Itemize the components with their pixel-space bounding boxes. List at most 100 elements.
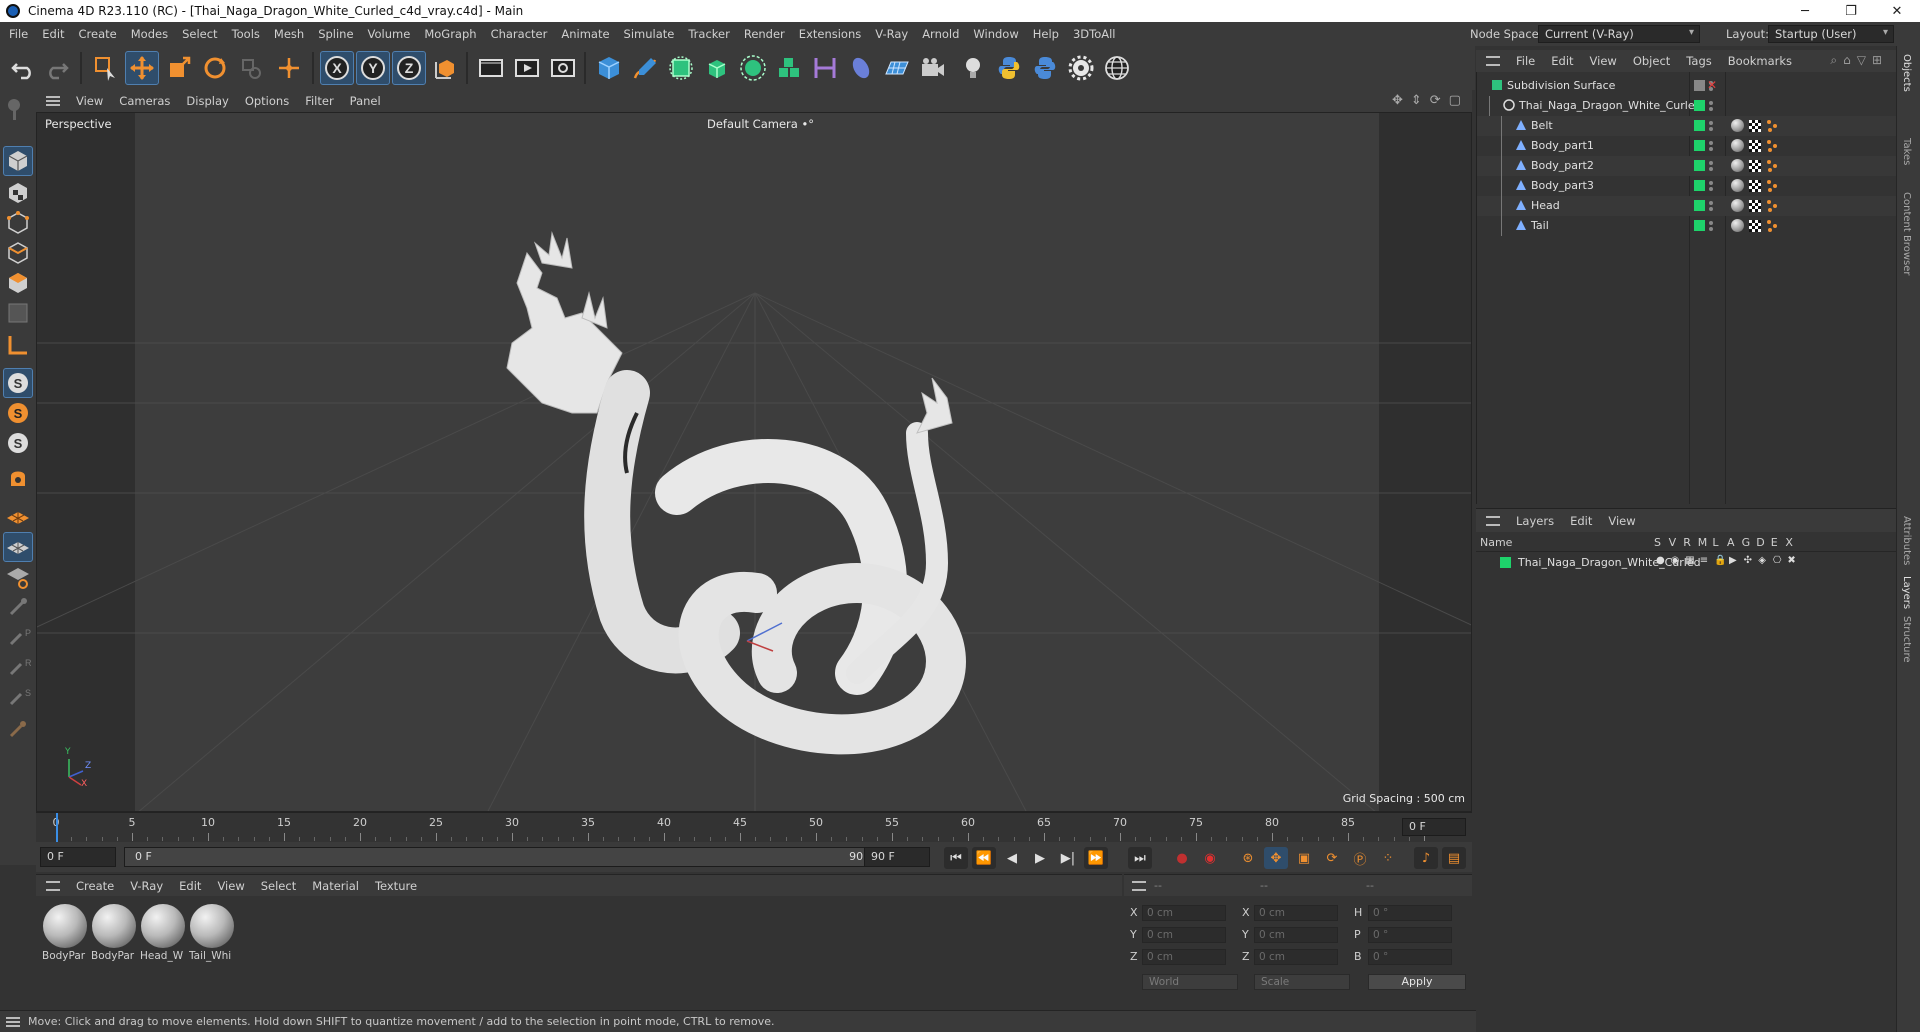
close-button[interactable]: ✕ [1874, 0, 1920, 22]
layer-column-s[interactable]: S [1654, 536, 1661, 549]
workplane-icon[interactable] [3, 502, 33, 532]
layer-lock-icon[interactable]: 🔒 [1714, 555, 1726, 566]
size-z-field[interactable]: 0 cm [1254, 949, 1338, 965]
right-tab-content-browser[interactable]: Content Browser [1901, 192, 1912, 275]
snap-settings-icon[interactable]: S [3, 398, 33, 428]
live-selection-icon[interactable] [88, 51, 122, 85]
texture-tag-icon[interactable] [1749, 160, 1761, 172]
coord-mode-dropdown[interactable]: Scale [1254, 974, 1350, 990]
object-menu-tags[interactable]: Tags [1678, 54, 1719, 68]
cube-object-icon[interactable] [592, 51, 626, 85]
object-manager-search-icons[interactable]: ⌕⌂▽⊞ [1830, 53, 1888, 68]
material-swatch[interactable]: Tail_Whi [189, 902, 235, 964]
y-axis-lock-icon[interactable]: Y [356, 51, 390, 85]
menu-select[interactable]: Select [175, 27, 224, 41]
selection-tag-icon[interactable] [1767, 140, 1779, 152]
material-menu-texture[interactable]: Texture [367, 879, 425, 893]
menu-spline[interactable]: Spline [311, 27, 360, 41]
undo-icon[interactable] [6, 51, 40, 85]
layer-column-name[interactable]: Name [1480, 536, 1512, 549]
object-menu-file[interactable]: File [1508, 54, 1543, 68]
render-settings-icon[interactable] [546, 51, 580, 85]
recent-tool-icon[interactable] [234, 51, 268, 85]
timeline-ruler[interactable]: 051015202530354045505560657075808590 0 F [36, 812, 1472, 843]
right-tab-takes[interactable]: Takes [1901, 138, 1912, 165]
visibility-indicator[interactable] [1694, 100, 1705, 111]
render-visibility-dots[interactable] [1709, 161, 1713, 171]
vray-material-tag-icon[interactable] [1731, 179, 1744, 192]
menu-animate[interactable]: Animate [554, 27, 616, 41]
layer-column-v[interactable]: V [1669, 536, 1677, 549]
menu-v-ray[interactable]: V-Ray [868, 27, 915, 41]
vray-material-tag-icon[interactable] [1731, 219, 1744, 232]
material-menu-edit[interactable]: Edit [171, 879, 209, 893]
object-menu-bookmarks[interactable]: Bookmarks [1720, 54, 1800, 68]
go-to-start-icon[interactable]: ⏮ [944, 847, 968, 869]
camera-icon[interactable] [916, 51, 950, 85]
layer-column-m[interactable]: M [1698, 536, 1708, 549]
min-frame-field[interactable]: 0 F [40, 847, 116, 867]
mograph-cloner-cubes-icon[interactable] [772, 51, 806, 85]
menu-tools[interactable]: Tools [225, 27, 267, 41]
coordinate-system-icon[interactable] [428, 51, 462, 85]
selection-tag-icon[interactable] [1767, 120, 1779, 132]
rotate-tool-icon[interactable] [198, 51, 232, 85]
viewport-camera-label[interactable]: Default Camera •° [707, 117, 814, 131]
right-tab-attributes[interactable]: Attributes [1901, 516, 1912, 565]
menu-volume[interactable]: Volume [361, 27, 418, 41]
menu-edit[interactable]: Edit [35, 27, 71, 41]
viewport-menu-filter[interactable]: Filter [297, 94, 341, 108]
layer-color-swatch[interactable] [1500, 557, 1511, 568]
go-to-end-icon[interactable]: ⏭ [1128, 847, 1152, 869]
menu-arnold[interactable]: Arnold [915, 27, 966, 41]
edges-mode-icon[interactable] [3, 238, 33, 268]
layer-column-a[interactable]: A [1727, 536, 1735, 549]
next-key-icon[interactable]: ⏩ [1084, 847, 1108, 869]
minimize-button[interactable]: ─ [1782, 0, 1828, 22]
size-y-field[interactable]: 0 cm [1254, 927, 1338, 943]
python-icon[interactable] [992, 51, 1026, 85]
texture-mode-icon[interactable] [3, 178, 33, 208]
transform-tool-icon[interactable] [272, 51, 306, 85]
python-script-icon[interactable] [1028, 51, 1062, 85]
snap-icon[interactable]: S [3, 368, 33, 398]
spline-pen-icon[interactable] [628, 51, 662, 85]
layer-menu-view[interactable]: View [1600, 514, 1643, 528]
coordinates-menu-icon[interactable] [1132, 881, 1146, 891]
texture-tag-icon[interactable] [1749, 120, 1761, 132]
menu-extensions[interactable]: Extensions [792, 27, 868, 41]
make-editable-icon[interactable] [3, 94, 33, 124]
layer-column-l[interactable]: L [1712, 536, 1718, 549]
visibility-indicator[interactable] [1694, 180, 1705, 191]
right-tab-objects[interactable]: Objects [1901, 54, 1912, 92]
layer-column-x[interactable]: X [1785, 536, 1793, 549]
layer-view-visibility-icon[interactable]: ◉ [1671, 555, 1680, 566]
layer-menu-edit[interactable]: Edit [1562, 514, 1600, 528]
vray-material-tag-icon[interactable] [1731, 119, 1744, 132]
layer-column-r[interactable]: R [1683, 536, 1691, 549]
object-manager-menu-icon[interactable] [1486, 56, 1500, 66]
deactivate-x-icon[interactable]: ✕ [1707, 78, 1717, 92]
object-row[interactable]: Thai_Naga_Dragon_White_Curled [1477, 96, 1897, 116]
render-visibility-dots[interactable] [1709, 101, 1713, 111]
polygons-mode-icon[interactable] [3, 268, 33, 298]
object-menu-view[interactable]: View [1582, 54, 1625, 68]
parameter-key-icon[interactable]: Ⓟ [1348, 847, 1372, 869]
timeline-sound-icon[interactable]: ♪ [1414, 847, 1438, 869]
light-icon[interactable] [956, 51, 990, 85]
render-to-picture-viewer-icon[interactable] [510, 51, 544, 85]
point-level-key-icon[interactable]: ⁘ [1376, 847, 1400, 869]
texture-tag-icon[interactable] [1749, 180, 1761, 192]
coord-space-dropdown[interactable]: World [1142, 974, 1238, 990]
model-mode-icon[interactable] [3, 146, 33, 176]
play-icon[interactable]: ▶ [1028, 847, 1052, 869]
globe-icon[interactable] [1100, 51, 1134, 85]
node-space-dropdown[interactable]: Current (V-Ray) [1538, 25, 1700, 43]
visibility-indicator[interactable] [1694, 200, 1705, 211]
layer-manager-icon[interactable]: ≡ [1700, 555, 1708, 566]
material-menu-select[interactable]: Select [253, 879, 304, 893]
autokey-icon[interactable]: ◉ [1198, 847, 1222, 869]
material-swatch[interactable]: BodyPar [91, 902, 137, 964]
viewport-menu-icon[interactable] [46, 96, 60, 106]
layer-menu-icon[interactable] [1486, 515, 1500, 526]
